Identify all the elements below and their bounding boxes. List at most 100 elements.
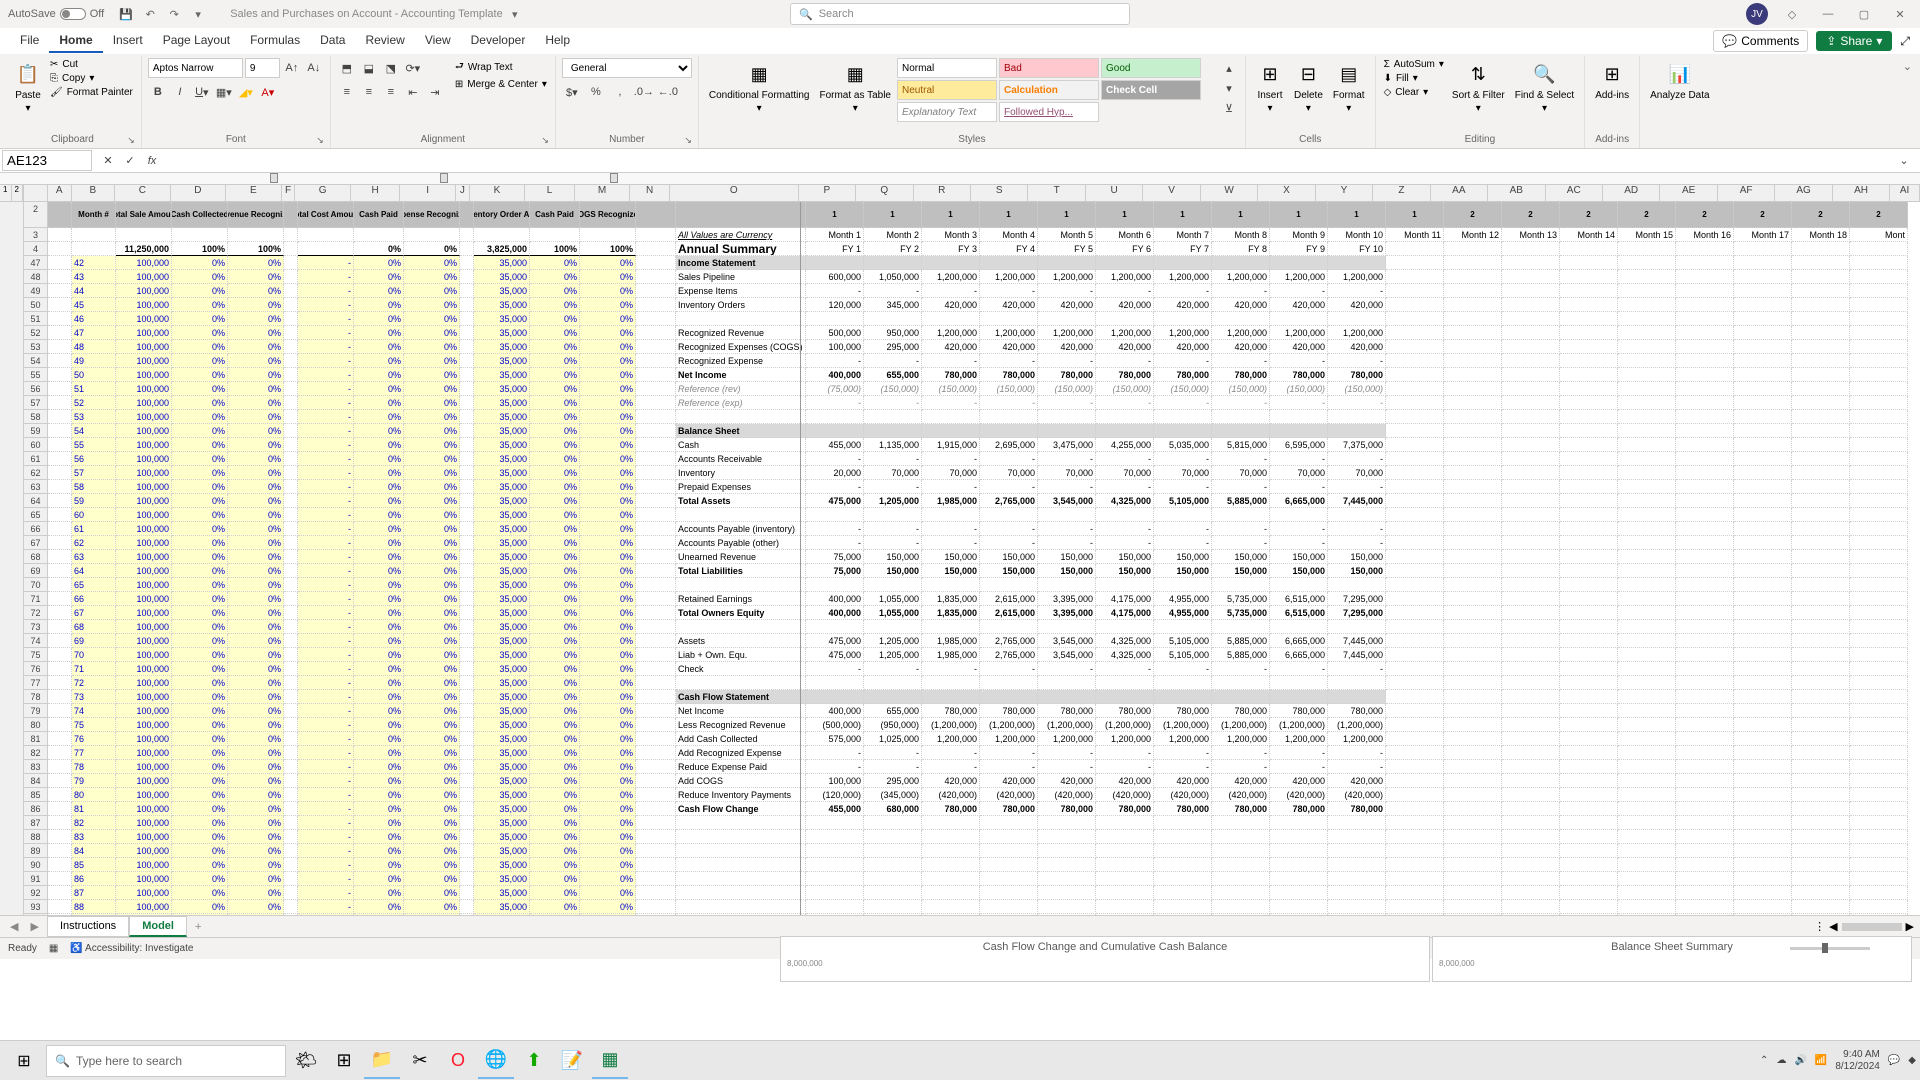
cell[interactable]: [1676, 900, 1734, 914]
cell[interactable]: [1850, 606, 1908, 620]
cell[interactable]: -: [298, 564, 354, 578]
cell[interactable]: [636, 914, 676, 915]
cell[interactable]: 0%: [354, 270, 404, 284]
cell[interactable]: [1618, 242, 1676, 256]
cell[interactable]: [48, 802, 72, 816]
cell[interactable]: 0%: [354, 466, 404, 480]
cell[interactable]: 455,000: [806, 802, 864, 816]
cell[interactable]: (150,000): [1270, 382, 1328, 396]
cell[interactable]: [284, 228, 298, 242]
cell[interactable]: [284, 452, 298, 466]
bold-button[interactable]: B: [148, 82, 168, 102]
cell[interactable]: [1096, 858, 1154, 872]
cell[interactable]: [1618, 914, 1676, 915]
cell[interactable]: 0%: [228, 480, 284, 494]
format-cells-button[interactable]: ▤Format▾: [1329, 58, 1369, 116]
cell[interactable]: [980, 410, 1038, 424]
cell[interactable]: [1328, 690, 1386, 704]
notes-icon[interactable]: 📝: [554, 1043, 590, 1079]
cell[interactable]: 100,000: [116, 830, 172, 844]
cell[interactable]: [1502, 298, 1560, 312]
cell[interactable]: Month 11: [1386, 228, 1444, 242]
cell[interactable]: [1038, 844, 1096, 858]
column-header[interactable]: L: [525, 185, 575, 201]
cell[interactable]: 0%: [404, 648, 460, 662]
cell[interactable]: 66: [72, 592, 116, 606]
cell[interactable]: 680,000: [864, 802, 922, 816]
cell[interactable]: [1618, 480, 1676, 494]
sheet-menu-icon[interactable]: ⋮: [1814, 920, 1825, 933]
cell[interactable]: 1,985,000: [922, 494, 980, 508]
cell[interactable]: (420,000): [1038, 788, 1096, 802]
cell[interactable]: 35,000: [474, 900, 530, 914]
cell[interactable]: 100,000: [116, 508, 172, 522]
cell[interactable]: 0%: [172, 578, 228, 592]
cell[interactable]: 0%: [354, 550, 404, 564]
cell[interactable]: [48, 298, 72, 312]
cell[interactable]: 0%: [172, 858, 228, 872]
cell[interactable]: [806, 424, 864, 438]
cell[interactable]: [1618, 802, 1676, 816]
cell[interactable]: 0%: [404, 718, 460, 732]
cell[interactable]: 400,000: [806, 606, 864, 620]
cell[interactable]: COGS Recognized: [580, 202, 636, 228]
cell[interactable]: 0%: [228, 690, 284, 704]
cell[interactable]: [1618, 354, 1676, 368]
cell[interactable]: FY 4: [980, 242, 1038, 256]
cell[interactable]: 780,000: [1096, 704, 1154, 718]
column-header[interactable]: AA: [1431, 185, 1488, 201]
cell[interactable]: 73: [72, 690, 116, 704]
cell[interactable]: 35,000: [474, 718, 530, 732]
cell[interactable]: -: [298, 354, 354, 368]
cell[interactable]: [1386, 270, 1444, 284]
cell[interactable]: 0%: [172, 410, 228, 424]
cell[interactable]: 0%: [530, 578, 580, 592]
cell[interactable]: Add Cash Collected: [676, 732, 806, 746]
cell[interactable]: [460, 480, 474, 494]
cell[interactable]: 0%: [228, 718, 284, 732]
cell[interactable]: 0%: [404, 382, 460, 396]
cell[interactable]: 100,000: [116, 382, 172, 396]
cell[interactable]: -: [298, 802, 354, 816]
cell[interactable]: 0%: [228, 340, 284, 354]
cell[interactable]: [1328, 830, 1386, 844]
cell[interactable]: 100,000: [116, 872, 172, 886]
cell[interactable]: [922, 816, 980, 830]
cell[interactable]: [864, 424, 922, 438]
cell[interactable]: 0%: [580, 732, 636, 746]
cell[interactable]: 780,000: [1328, 802, 1386, 816]
cell[interactable]: [1618, 606, 1676, 620]
cell[interactable]: [1792, 424, 1850, 438]
cell[interactable]: 7,445,000: [1328, 648, 1386, 662]
cell[interactable]: 420,000: [922, 340, 980, 354]
taskbar-clock[interactable]: 9:40 AM 8/12/2024: [1835, 1049, 1880, 1073]
cell[interactable]: 80: [72, 788, 116, 802]
align-middle-icon[interactable]: ⬓: [359, 58, 379, 78]
cell[interactable]: (420,000): [922, 788, 980, 802]
cell[interactable]: 1,200,000: [1270, 326, 1328, 340]
cell[interactable]: 0%: [530, 368, 580, 382]
cell[interactable]: [636, 382, 676, 396]
cell[interactable]: [460, 704, 474, 718]
cell[interactable]: Revenue Recognized: [228, 202, 284, 228]
cell[interactable]: [284, 382, 298, 396]
cell[interactable]: 0%: [530, 872, 580, 886]
cell[interactable]: Prepaid Expenses: [676, 480, 806, 494]
cell[interactable]: [284, 746, 298, 760]
cell[interactable]: Month 16: [1676, 228, 1734, 242]
cell[interactable]: [1792, 382, 1850, 396]
decrease-font-icon[interactable]: A↓: [304, 58, 324, 78]
cell[interactable]: 0%: [404, 676, 460, 690]
cell[interactable]: 575,000: [806, 732, 864, 746]
cell[interactable]: 1,135,000: [864, 438, 922, 452]
cell[interactable]: [284, 550, 298, 564]
cell[interactable]: -: [1270, 480, 1328, 494]
cell[interactable]: 0%: [172, 368, 228, 382]
cell[interactable]: [1618, 704, 1676, 718]
cell[interactable]: [48, 354, 72, 368]
cell[interactable]: [48, 550, 72, 564]
conditional-formatting-button[interactable]: ▦Conditional Formatting▾: [705, 58, 814, 116]
cell[interactable]: [636, 704, 676, 718]
cell[interactable]: [1154, 872, 1212, 886]
cell[interactable]: [636, 564, 676, 578]
